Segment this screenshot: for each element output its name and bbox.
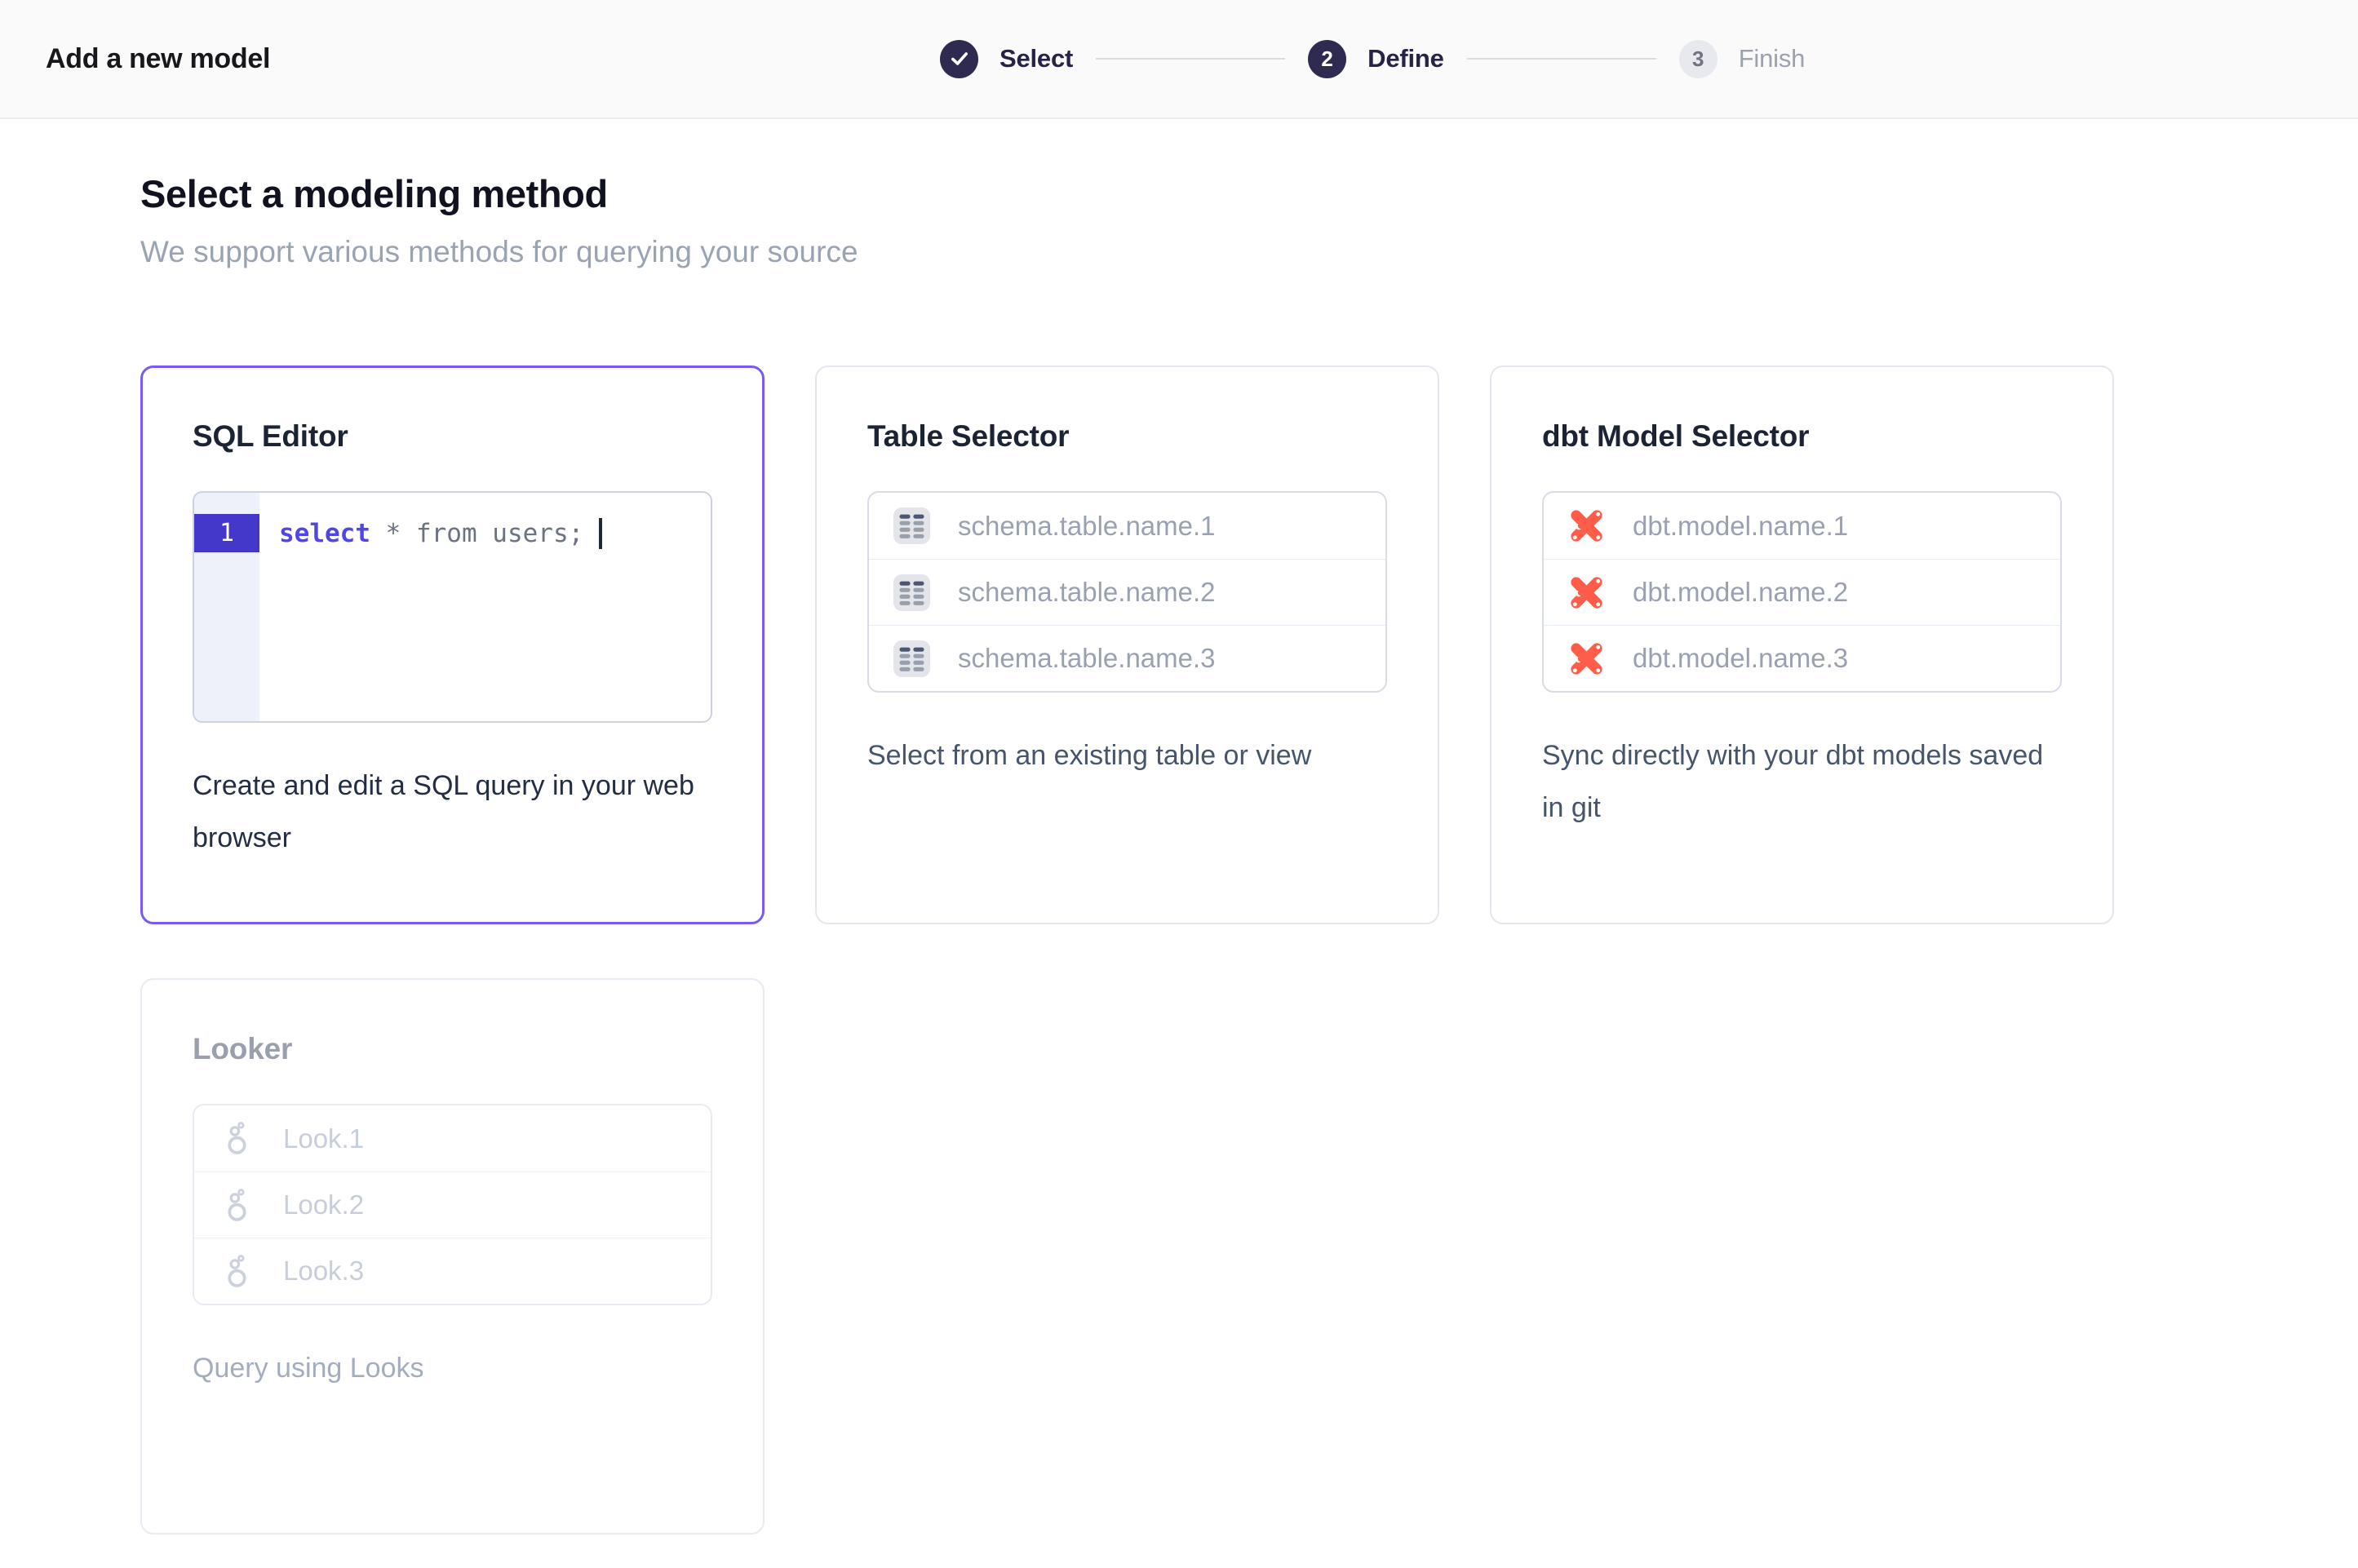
- step-define[interactable]: 2 Define: [1308, 40, 1444, 78]
- list-item-label: schema.table.name.2: [958, 577, 1216, 608]
- step-define-circle: 2: [1308, 40, 1346, 78]
- list-item-label: dbt.model.name.1: [1633, 511, 1848, 542]
- list-item: dbt.model.name.1: [1544, 493, 2060, 559]
- step-select[interactable]: Select: [940, 40, 1073, 78]
- list-item-label: Look.2: [283, 1189, 364, 1220]
- list-item-label: Look.1: [283, 1123, 364, 1154]
- list-item: dbt.model.name.3: [1544, 625, 2060, 691]
- looker-icon: [219, 1120, 255, 1157]
- step-select-label: Select: [999, 44, 1073, 73]
- wizard-header: Add a new model Select 2 Define 3 Finish: [0, 0, 2358, 119]
- wizard-stepper: Select 2 Define 3 Finish: [940, 0, 1805, 117]
- list-item: Look.3: [194, 1238, 711, 1304]
- card-title: SQL Editor: [193, 419, 712, 454]
- card-looker: Looker Look.1 Look.2: [140, 978, 765, 1535]
- list-item: schema.table.name.2: [869, 559, 1385, 625]
- check-icon: [949, 48, 970, 69]
- modeling-method-grid: SQL Editor 1 select * from users; Create…: [140, 365, 2358, 1535]
- step-define-number: 2: [1321, 47, 1332, 72]
- dbt-icon: [1568, 640, 1605, 677]
- list-item: Look.2: [194, 1172, 711, 1238]
- look-list: Look.1 Look.2 Look.3: [193, 1104, 712, 1305]
- active-line-number: 1: [194, 514, 259, 552]
- card-title: dbt Model Selector: [1542, 419, 2062, 454]
- card-title: Looker: [193, 1032, 712, 1066]
- code-line: select * from users;: [279, 514, 711, 552]
- page-title: Select a modeling method: [140, 171, 2358, 217]
- page-subtitle: We support various methods for querying …: [140, 235, 2358, 269]
- card-dbt-model-selector[interactable]: dbt Model Selector dbt.model.name.1 dbt.…: [1490, 365, 2114, 924]
- table-icon: [893, 507, 930, 544]
- card-description: Query using Looks: [193, 1343, 698, 1395]
- sql-keyword: select: [279, 519, 370, 548]
- wizard-title: Add a new model: [46, 43, 270, 75]
- step-connector: [1096, 58, 1285, 60]
- text-cursor: [599, 518, 602, 549]
- card-description: Create and edit a SQL query in your web …: [193, 760, 698, 865]
- dbt-icon: [1568, 574, 1605, 611]
- dbt-icon: [1568, 507, 1605, 544]
- list-item-label: schema.table.name.3: [958, 643, 1216, 674]
- sql-editor-preview[interactable]: 1 select * from users;: [193, 491, 712, 723]
- main-content: Select a modeling method We support vari…: [0, 119, 2358, 1535]
- list-item-label: schema.table.name.1: [958, 511, 1216, 542]
- table-icon: [893, 640, 930, 677]
- card-table-selector[interactable]: Table Selector schema.table.name.1 schem…: [815, 365, 1439, 924]
- code-area[interactable]: select * from users;: [259, 493, 711, 721]
- looker-icon: [219, 1187, 255, 1224]
- step-finish-number: 3: [1692, 47, 1704, 72]
- step-select-circle: [940, 40, 978, 78]
- list-item: schema.table.name.3: [869, 625, 1385, 691]
- step-connector: [1467, 58, 1656, 60]
- list-item: schema.table.name.1: [869, 493, 1385, 559]
- step-finish-circle: 3: [1679, 40, 1718, 78]
- step-define-label: Define: [1367, 44, 1444, 73]
- card-sql-editor[interactable]: SQL Editor 1 select * from users; Create…: [140, 365, 765, 924]
- card-description: Select from an existing table or view: [867, 730, 1373, 782]
- looker-icon: [219, 1253, 255, 1290]
- dbt-model-list: dbt.model.name.1 dbt.model.name.2 dbt.mo…: [1542, 491, 2062, 693]
- table-list: schema.table.name.1 schema.table.name.2 …: [867, 491, 1387, 693]
- card-title: Table Selector: [867, 419, 1387, 454]
- step-finish-label: Finish: [1739, 44, 1806, 73]
- list-item-label: Look.3: [283, 1256, 364, 1287]
- step-finish: 3 Finish: [1679, 40, 1806, 78]
- list-item-label: dbt.model.name.2: [1633, 577, 1848, 608]
- list-item: dbt.model.name.2: [1544, 559, 2060, 625]
- card-description: Sync directly with your dbt models saved…: [1542, 730, 2048, 835]
- sql-code-text: * from users;: [370, 519, 599, 548]
- table-icon: [893, 574, 930, 611]
- list-item-label: dbt.model.name.3: [1633, 643, 1848, 674]
- line-number-gutter: 1: [194, 493, 259, 721]
- list-item: Look.1: [194, 1105, 711, 1172]
